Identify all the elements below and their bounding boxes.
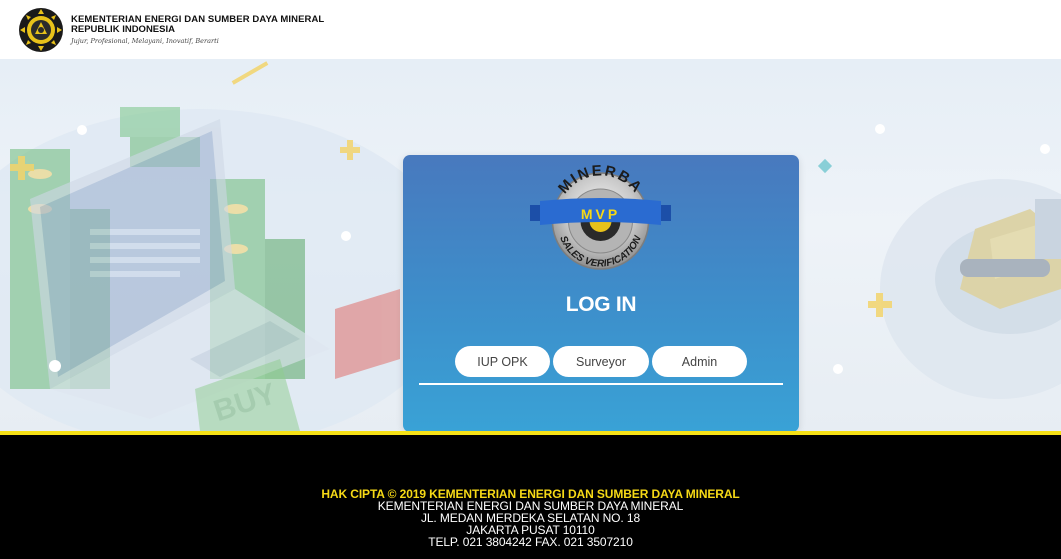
ministry-name: KEMENTERIAN ENERGI DAN SUMBER DAYA MINER… [71,13,325,25]
site-header: KEMENTERIAN ENERGI DAN SUMBER DAYA MINER… [0,0,1061,59]
login-title: LOG IN [565,293,637,316]
tab-iup-opk[interactable]: IUP OPK [455,346,550,377]
footer-line-phone: TELP. 021 3804242 FAX. 021 3507210 [428,535,633,549]
country-name: REPUBLIK INDONESIA [71,24,175,36]
tab-admin[interactable]: Admin [652,346,747,377]
ministry-emblem-logo[interactable] [18,7,64,53]
site-footer: HAK CIPTA © 2019 KEMENTERIAN ENERGI DAN … [0,435,1061,559]
minerba-mvp-logo: MINERBA SALES VERIFICATION MVP [528,161,673,276]
tab-surveyor[interactable]: Surveyor [553,346,649,377]
login-card: MINERBA SALES VERIFICATION MVP LOG IN IU… [403,155,799,432]
ministry-motto: Jujur, Profesional, Melayani, Inovatif, … [71,36,219,45]
logo-banner-text: MVP [581,206,620,222]
tab-divider [419,383,783,385]
